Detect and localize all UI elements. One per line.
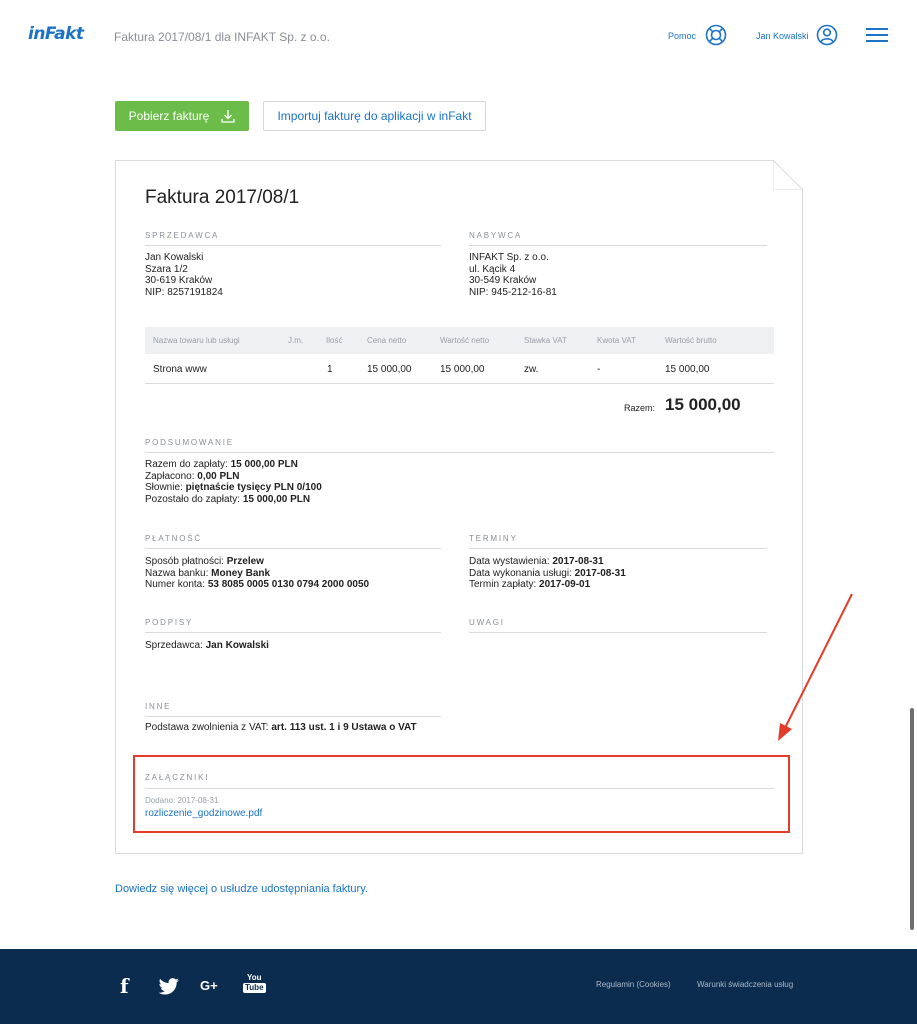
annotation-highlight-box — [133, 755, 790, 833]
summary-in-words: Słownie: piętnaście tysięcy PLN 0/100 — [145, 482, 322, 493]
invoice-title: Faktura 2017/08/1 — [145, 187, 300, 208]
help-link[interactable]: Pomoc — [668, 31, 696, 41]
total-value: 15 000,00 — [665, 395, 741, 414]
user-icon[interactable] — [816, 24, 838, 46]
buyer-city: 30-549 Kraków — [469, 275, 537, 286]
divider — [469, 632, 767, 633]
invoice-card: Faktura 2017/08/1 SPRZEDAWCA Jan Kowalsk… — [115, 160, 803, 854]
vat-exemption-basis: Podstawa zwolnienia z VAT: art. 113 ust.… — [145, 722, 417, 733]
document-title: Faktura 2017/08/1 dla INFAKT Sp. z o.o. — [114, 30, 330, 44]
twitter-icon[interactable] — [158, 978, 180, 996]
column-header: Kwota VAT — [597, 336, 636, 345]
item-name: Strona www — [153, 364, 207, 375]
column-header: Nazwa towaru lub usługi — [153, 336, 240, 345]
annotation-arrow — [778, 593, 853, 741]
column-header: Stawka VAT — [524, 336, 567, 345]
service-date: Data wykonania usługi: 2017-08-31 — [469, 567, 626, 579]
page-fold-corner — [773, 160, 803, 190]
other-label: INNE — [145, 702, 172, 711]
seller-city: 30-619 Kraków — [145, 275, 213, 286]
account-number: Numer konta: 53 8085 0005 0130 0794 2000… — [145, 579, 370, 590]
due-date: Termin zapłaty: 2017-09-01 — [469, 579, 591, 590]
seller-nip: NIP: 8257191824 — [145, 286, 223, 298]
facebook-icon[interactable]: f — [120, 974, 129, 998]
bank-name: Nazwa banku: Money Bank — [145, 567, 271, 579]
scrollbar[interactable] — [910, 708, 914, 930]
youtube-you: You — [247, 973, 262, 982]
top-bar: inFakt Faktura 2017/08/1 dla INFAKT Sp. … — [0, 0, 917, 74]
summary-paid: Zapłacono: 0,00 PLN — [145, 470, 240, 482]
seller-street: Szara 1/2 — [145, 263, 188, 275]
google-plus-icon[interactable]: G+ — [200, 978, 218, 993]
youtube-tube: Tube — [243, 983, 266, 993]
divider — [469, 548, 767, 549]
item-quantity: 1 — [327, 364, 333, 375]
buyer-name: INFAKT Sp. z o.o. — [469, 252, 549, 263]
terms-label: TERMINY — [469, 534, 518, 543]
column-header: Wartość brutto — [665, 336, 717, 345]
divider — [145, 245, 441, 246]
buyer-nip: NIP: 945-212-16-81 — [469, 286, 557, 298]
item-gross-value: 15 000,00 — [665, 364, 710, 375]
column-header: Cena netto — [367, 336, 407, 345]
signatures-label: PODPISY — [145, 618, 194, 627]
column-header: Ilość — [326, 336, 343, 345]
download-invoice-button[interactable]: Pobierz fakturę — [115, 101, 249, 131]
table-row: Strona www 1 15 000,00 15 000,00 zw. - 1… — [145, 354, 774, 384]
item-net-value: 15 000,00 — [440, 364, 485, 375]
summary-label: PODSUMOWANIE — [145, 438, 234, 447]
divider — [145, 632, 441, 633]
terms-of-service-link[interactable]: Warunki świadczenia usług — [697, 980, 793, 989]
total-label: Razem: — [624, 403, 656, 413]
column-header: J.m. — [288, 336, 304, 345]
summary-remaining: Pozostało do zapłaty: 15 000,00 PLN — [145, 493, 311, 505]
seller-label: SPRZEDAWCA — [145, 231, 220, 240]
lifebuoy-icon[interactable] — [705, 24, 727, 46]
seller-name: Jan Kowalski — [145, 252, 204, 263]
learn-more-link[interactable]: Dowiedz się więcej o usłudze udostępnian… — [115, 883, 368, 895]
divider — [145, 716, 441, 717]
user-name-link[interactable]: Jan Kowalski — [756, 31, 809, 41]
summary-to-pay: Razem do zapłaty: 15 000,00 PLN — [145, 459, 298, 470]
footer: f G+ You Tube Regulamin (Cookies) Warunk… — [0, 949, 917, 1024]
download-button-label: Pobierz fakturę — [128, 109, 210, 123]
seller-signature: Sprzedawca: Jan Kowalski — [145, 640, 269, 651]
item-vat-amount: - — [597, 364, 601, 375]
payment-label: PŁATNOŚĆ — [145, 534, 202, 543]
divider — [469, 245, 767, 246]
regulamin-link[interactable]: Regulamin (Cookies) — [596, 980, 671, 989]
youtube-icon[interactable]: You Tube — [243, 974, 266, 993]
buyer-street: ul. Kącik 4 — [469, 263, 516, 275]
infakt-logo[interactable]: inFakt — [28, 24, 84, 44]
issue-date: Data wystawienia: 2017-08-31 — [469, 556, 604, 567]
notes-label: UWAGI — [469, 618, 505, 627]
divider — [145, 548, 441, 549]
item-net-price: 15 000,00 — [367, 364, 412, 375]
column-header: Wartość netto — [440, 336, 490, 345]
import-invoice-button[interactable]: Importuj fakturę do aplikacji w inFakt — [263, 101, 486, 131]
payment-method: Sposób płatności: Przelew — [145, 556, 264, 567]
buyer-label: NABYWCA — [469, 231, 523, 240]
items-table-header: Nazwa towaru lub usługi J.m. Ilość Cena … — [145, 327, 774, 354]
hamburger-menu-icon[interactable] — [866, 28, 888, 42]
divider — [145, 452, 774, 453]
item-vat-rate: zw. — [524, 364, 539, 375]
download-icon — [221, 110, 236, 123]
